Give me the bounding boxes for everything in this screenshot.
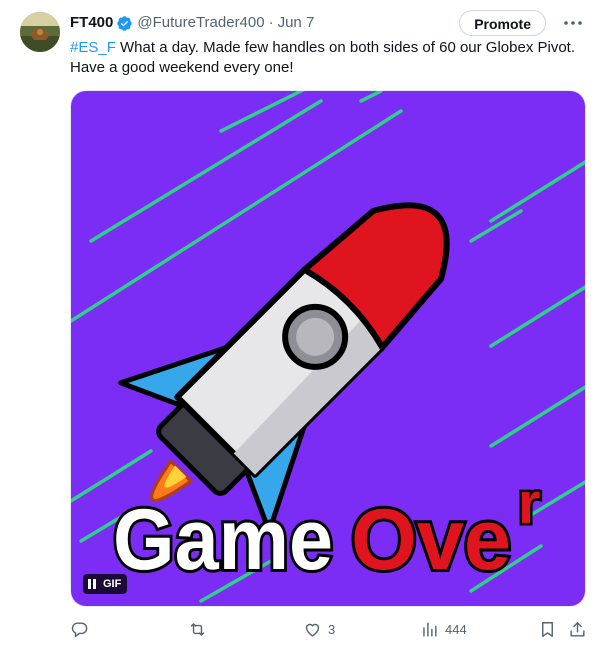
gif-overlay-over: Ove xyxy=(351,492,511,588)
verified-badge-icon xyxy=(117,15,133,31)
hashtag-link[interactable]: #ES_F xyxy=(70,39,116,56)
game-over-rocket-gif: Game Ove r xyxy=(71,91,585,606)
views-icon xyxy=(423,622,437,637)
views-button[interactable]: 444 xyxy=(420,620,467,639)
bookmark-icon xyxy=(542,622,553,637)
avatar-image xyxy=(20,12,60,52)
tweet-body-text: What a day. Made few handles on both sid… xyxy=(70,39,576,76)
display-name[interactable]: FT400 xyxy=(70,13,113,33)
retweet-button[interactable] xyxy=(188,620,213,639)
more-icon[interactable] xyxy=(562,13,584,33)
share-button[interactable] xyxy=(568,620,587,639)
like-count: 3 xyxy=(328,622,336,637)
like-icon xyxy=(305,623,320,637)
reply-button[interactable] xyxy=(70,620,95,639)
like-button[interactable]: 3 xyxy=(303,620,335,639)
bookmark-button[interactable] xyxy=(538,620,557,639)
gif-label: GIF xyxy=(103,578,122,590)
gif-overlay-r: r xyxy=(518,471,541,536)
tweet-text: #ES_F What a day. Made few handles on bo… xyxy=(70,38,590,78)
tweet-header: FT400 @FutureTrader400 · Jun 7 Promote xyxy=(70,10,584,36)
retweet-icon xyxy=(190,623,205,636)
separator-dot: · xyxy=(268,14,274,31)
tweet: FT400 @FutureTrader400 · Jun 7 Promote #… xyxy=(0,0,600,647)
pause-icon[interactable] xyxy=(87,579,97,589)
views-count: 444 xyxy=(445,622,467,637)
promote-button[interactable]: Promote xyxy=(459,10,546,36)
avatar[interactable] xyxy=(20,12,60,52)
user-handle[interactable]: @FutureTrader400 xyxy=(137,13,264,33)
share-icon xyxy=(570,622,585,637)
gif-overlay-game: Game xyxy=(113,492,333,588)
gif-media[interactable]: Game Ove r GIF xyxy=(70,90,586,607)
action-bar: 3 444 xyxy=(70,620,590,642)
gif-badge[interactable]: GIF xyxy=(83,574,128,594)
tweet-date[interactable]: Jun 7 xyxy=(278,13,315,33)
reply-icon xyxy=(71,622,88,638)
